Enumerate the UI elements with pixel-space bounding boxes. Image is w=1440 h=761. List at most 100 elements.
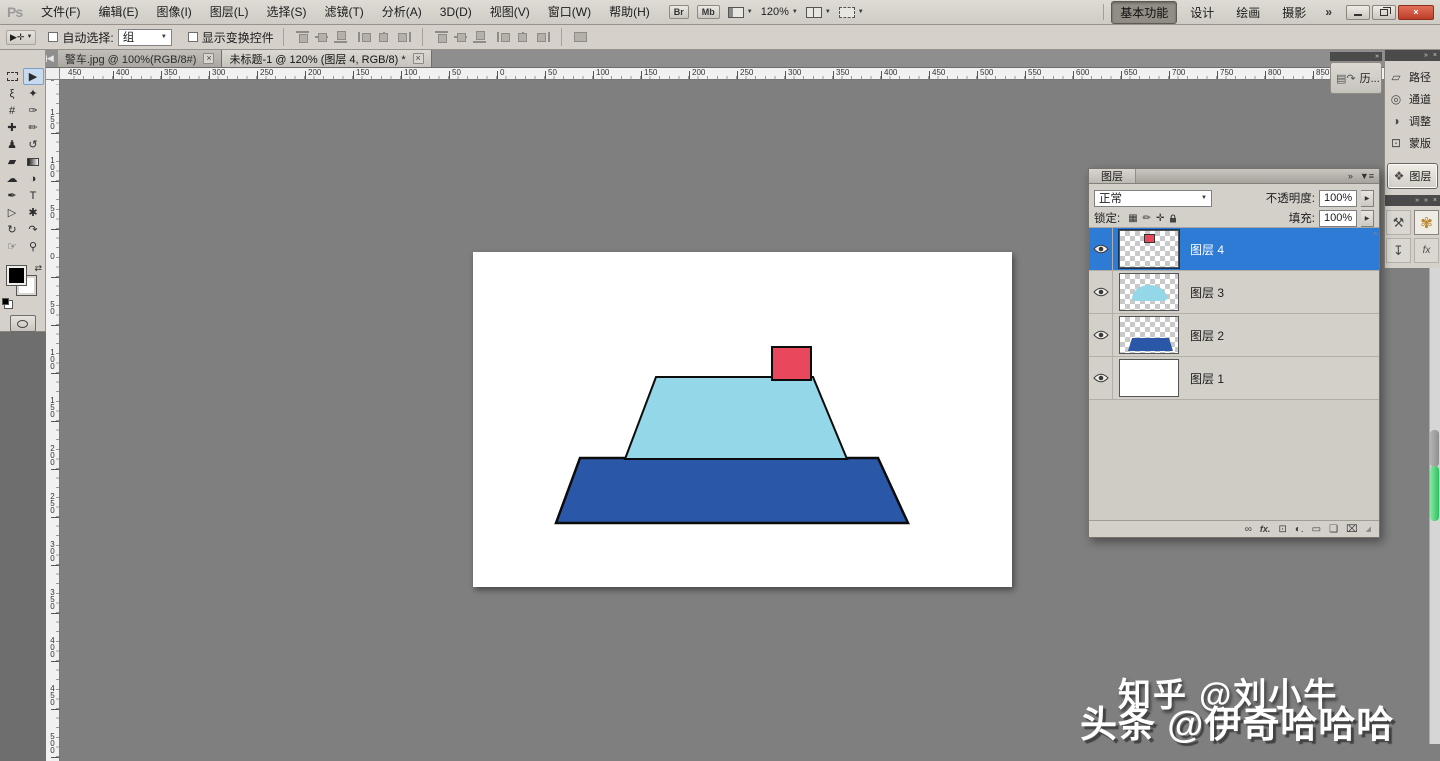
tool-move-icon[interactable]: ▶ <box>23 68 44 85</box>
view-extras-dropdown[interactable]: ▼ <box>728 7 753 18</box>
adjustment-layer-icon[interactable]: ◐. <box>1295 522 1304 537</box>
layer-name[interactable]: 图层 4 <box>1190 228 1224 270</box>
distribute-left-edges-icon[interactable] <box>497 31 512 43</box>
opacity-input[interactable]: 100% <box>1319 190 1357 207</box>
panel-menu-icon[interactable]: ▼≡ <box>1360 171 1374 181</box>
collapse-panel-icon[interactable]: » <box>1348 171 1353 181</box>
layers-panel-button[interactable]: ❖ 图层 <box>1387 163 1438 189</box>
fill-input[interactable]: 100% <box>1319 210 1357 227</box>
tool-path-selection-icon[interactable]: ▷ <box>2 204 23 221</box>
layers-panel-tab[interactable]: 图层 <box>1089 169 1136 183</box>
tool-hand-icon[interactable]: ☞ <box>2 238 23 255</box>
bridge-button[interactable]: Br <box>669 5 689 19</box>
align-bottom-edges-icon[interactable] <box>333 31 348 43</box>
workspace-painting[interactable]: 绘画 <box>1227 1 1269 24</box>
layer-thumbnail[interactable] <box>1119 273 1179 311</box>
tool-brush-icon[interactable]: ✏ <box>23 119 44 136</box>
document-tab-police-car[interactable]: 警车.jpg @ 100%(RGB/8#) × <box>58 50 223 67</box>
workspace-design[interactable]: 设计 <box>1181 1 1223 24</box>
ruler-origin-corner[interactable] <box>46 68 60 80</box>
menu-item-view[interactable]: 视图(V) <box>481 0 539 24</box>
default-colors-icon[interactable] <box>2 298 9 305</box>
menu-item-filter[interactable]: 滤镜(T) <box>315 0 372 24</box>
link-layers-icon[interactable]: ∞ <box>1245 522 1252 537</box>
align-left-edges-icon[interactable] <box>358 31 373 43</box>
menu-item-file[interactable]: 文件(F) <box>32 0 89 24</box>
layer-visibility-toggle[interactable] <box>1089 271 1113 313</box>
workspace-essentials[interactable]: 基本功能 <box>1111 1 1177 24</box>
history-dock-collapse-bar[interactable]: » <box>1330 52 1382 61</box>
layer-thumbnail[interactable] <box>1119 316 1179 354</box>
lock-all-icon[interactable] <box>1169 214 1177 223</box>
car-cabin-shape[interactable] <box>625 377 847 459</box>
close-icon[interactable]: × <box>413 53 424 64</box>
tool-dodge-icon[interactable]: ◑ <box>23 170 44 187</box>
dock-collapse-bar[interactable]: »× <box>1385 50 1440 61</box>
history-panel-button[interactable]: ▤↷ 历... <box>1330 62 1382 94</box>
tool-custom-shape-icon[interactable]: ✱ <box>23 204 44 221</box>
fx-panel-icon[interactable]: fx <box>1414 238 1439 263</box>
layer-thumbnail[interactable] <box>1119 230 1179 268</box>
tool-history-brush-icon[interactable]: ↺ <box>23 136 44 153</box>
tool-rectangular-marquee-icon[interactable] <box>2 68 23 85</box>
align-top-edges-icon[interactable] <box>295 31 310 43</box>
show-transform-controls-checkbox[interactable] <box>188 32 198 42</box>
download-icon[interactable]: ↧ <box>1386 238 1411 263</box>
tool-eraser-icon[interactable]: ▰ <box>2 153 23 170</box>
tool-crop-icon[interactable]: # <box>2 102 23 119</box>
panel-scroll-up-icon[interactable]: ^ <box>1373 231 1377 240</box>
lock-transparency-icon[interactable]: ▦ <box>1128 213 1137 224</box>
distribute-top-edges-icon[interactable] <box>434 31 449 43</box>
crossed-tools-icon[interactable]: ⚒ <box>1386 210 1411 235</box>
layer-visibility-toggle[interactable] <box>1089 357 1113 399</box>
adjustments-panel-button[interactable]: ◑调整 <box>1389 110 1436 132</box>
scrollbar-thumb-green[interactable] <box>1430 466 1439 521</box>
minimize-button[interactable] <box>1346 5 1370 20</box>
mini-bridge-button[interactable]: Mb <box>697 5 720 19</box>
car-light-shape[interactable] <box>772 347 811 380</box>
vertical-ruler[interactable]: 2001501005005010015020025030035040045050… <box>46 80 60 761</box>
tool-zoom-icon[interactable]: ⚲ <box>23 238 44 255</box>
car-body-shape[interactable] <box>556 458 908 523</box>
resize-grip-icon[interactable]: ◢ <box>1366 525 1371 533</box>
horizontal-ruler[interactable]: 4504003503002502001501005005010015020025… <box>60 68 1384 80</box>
auto-select-checkbox[interactable] <box>48 32 58 42</box>
masks-panel-button[interactable]: ⊡蒙版 <box>1389 132 1436 154</box>
arrange-documents-dropdown[interactable]: ▼ <box>806 7 831 18</box>
layer-name[interactable]: 图层 2 <box>1190 314 1224 356</box>
layer-name[interactable]: 图层 3 <box>1190 271 1224 313</box>
align-right-edges-icon[interactable] <box>396 31 411 43</box>
swap-colors-icon[interactable]: ⇄ <box>34 263 42 274</box>
layer-name[interactable]: 图层 1 <box>1190 357 1224 399</box>
close-button[interactable]: × <box>1398 5 1434 20</box>
auto-align-layers-icon[interactable] <box>573 31 588 43</box>
current-tool-badge[interactable]: ▶✛▼ <box>6 30 36 45</box>
restore-button[interactable] <box>1372 5 1396 20</box>
layer-style-icon[interactable]: fx. <box>1260 522 1271 537</box>
tool-magic-wand-icon[interactable]: ✦ <box>23 85 44 102</box>
delete-layer-icon[interactable]: ⌧ <box>1346 522 1358 537</box>
layer-row-2[interactable]: 图层 2 <box>1089 314 1379 357</box>
lock-position-icon[interactable]: ✛ <box>1156 213 1164 224</box>
document-canvas[interactable] <box>473 252 1012 587</box>
paths-panel-button[interactable]: ▱路径 <box>1389 66 1436 88</box>
quick-mask-button[interactable] <box>10 315 36 332</box>
close-icon[interactable]: × <box>203 53 214 64</box>
menu-item-window[interactable]: 窗口(W) <box>539 0 600 24</box>
tool-3d-rotate-icon[interactable]: ↻ <box>2 221 23 238</box>
tool-eyedropper-icon[interactable]: ✑ <box>23 102 44 119</box>
zoom-level-dropdown[interactable]: 120%▼ <box>761 6 798 18</box>
layer-row-4[interactable]: 图层 4 <box>1089 228 1379 271</box>
distribute-bottom-edges-icon[interactable] <box>472 31 487 43</box>
distribute-vertical-centers-icon[interactable] <box>453 31 468 43</box>
menu-item-help[interactable]: 帮助(H) <box>600 0 659 24</box>
tool-smudge-icon[interactable]: ☁ <box>2 170 23 187</box>
layer-row-3[interactable]: 图层 3 <box>1089 271 1379 314</box>
channels-panel-button[interactable]: ◎通道 <box>1389 88 1436 110</box>
auto-select-type-dropdown[interactable]: 组▼ <box>118 29 172 46</box>
align-horizontal-centers-icon[interactable] <box>377 31 392 43</box>
tool-3d-orbit-icon[interactable]: ↷ <box>23 221 44 238</box>
blend-mode-dropdown[interactable]: 正常▼ <box>1094 190 1212 207</box>
new-layer-icon[interactable]: ❏ <box>1329 522 1338 537</box>
add-layer-mask-icon[interactable]: ⊡ <box>1278 522 1286 537</box>
